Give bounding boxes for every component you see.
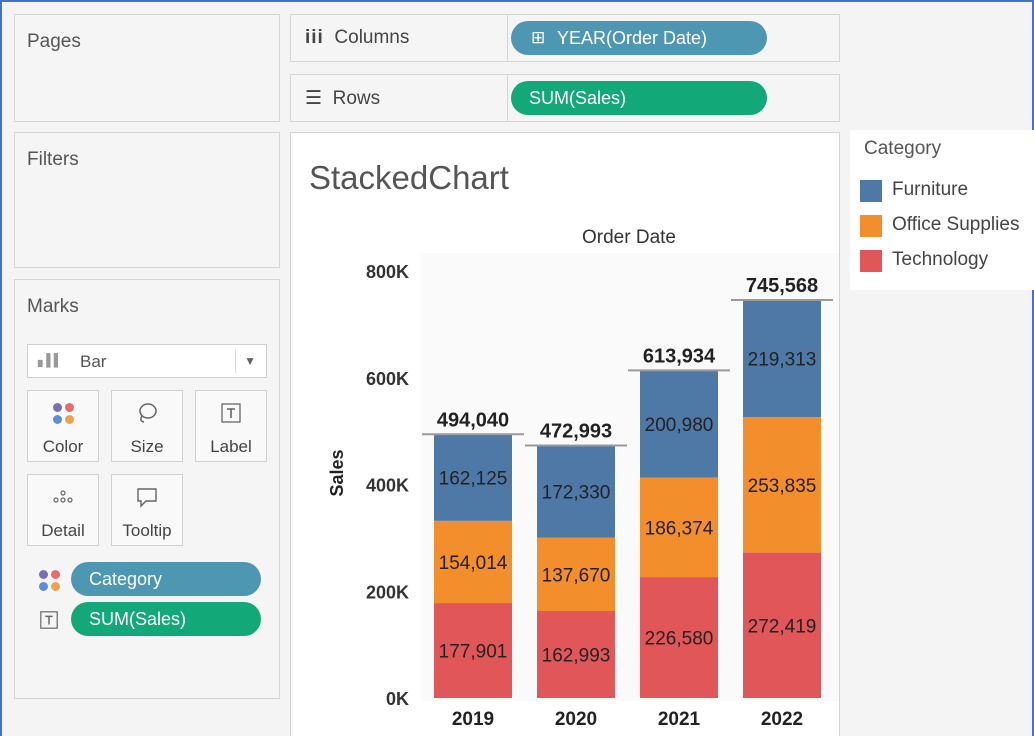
year-order-date-pill[interactable]: ⊞ YEAR(Order Date) <box>511 21 767 55</box>
color-button-label: Color <box>42 437 84 456</box>
segment-value-label: 186,374 <box>645 518 714 539</box>
x-tick-label: 2021 <box>658 709 701 730</box>
label-button[interactable]: Label <box>195 390 267 462</box>
segment-value-label: 253,835 <box>748 476 817 497</box>
color-dots-icon <box>28 401 98 425</box>
legend-title: Category <box>864 138 942 159</box>
dropdown-separator <box>235 349 236 373</box>
shelf-divider <box>507 75 508 121</box>
stacked-bar-chart: Order Date Sales 0K 200K 400K 600K 800K 177,901… <box>327 227 839 730</box>
total-value-label: 472,993 <box>540 421 612 443</box>
rows-icon: ☰ <box>305 88 323 109</box>
x-tick-label: 2019 <box>452 709 494 730</box>
chevron-down-icon: ▼ <box>244 354 256 368</box>
legend-swatch <box>860 250 882 272</box>
expand-plus-icon: ⊞ <box>531 28 546 47</box>
marks-card-title: Marks <box>27 296 79 317</box>
size-button[interactable]: Size <box>111 390 183 462</box>
x-tick-label: 2020 <box>555 709 597 730</box>
legend-swatch <box>860 215 882 237</box>
mark-type-dropdown[interactable]: ▖▌▌ Bar ▼ <box>27 344 267 378</box>
columns-shelf[interactable]: iii Columns ⊞ YEAR(Order Date) <box>290 14 840 62</box>
color-legend: Category Furniture Office Supplies Techn… <box>850 130 1034 290</box>
shelf-divider <box>507 15 508 61</box>
total-value-label: 613,934 <box>643 345 716 367</box>
legend-label: Furniture <box>892 179 969 200</box>
marks-card: Marks ▖▌▌ Bar ▼ Color Size Label Detail … <box>14 279 280 699</box>
segment-value-label: 137,670 <box>542 565 611 586</box>
tooltip-button[interactable]: Tooltip <box>111 474 183 546</box>
color-dots-icon <box>39 570 60 591</box>
size-lasso-icon <box>112 401 182 425</box>
segment-value-label: 200,980 <box>645 415 714 436</box>
y-axis-label: Sales <box>327 449 347 496</box>
segment-value-label: 226,580 <box>645 629 714 650</box>
tooltip-button-label: Tooltip <box>122 521 172 540</box>
total-value-label: 494,040 <box>437 409 509 431</box>
segment-value-label: 154,014 <box>439 553 508 574</box>
chart-title: Order Date <box>582 227 676 248</box>
y-tick-label: 800K <box>366 262 409 282</box>
sum-sales-pill[interactable]: SUM(Sales) <box>71 602 261 636</box>
sales-field-row[interactable]: SUM(Sales) <box>39 602 271 636</box>
bar-chart-icon: ▖▌▌ <box>38 353 62 367</box>
columns-shelf-label: iii Columns <box>305 27 409 49</box>
segment-value-label: 172,330 <box>542 483 611 504</box>
filters-card-title: Filters <box>27 149 79 170</box>
legend-label: Office Supplies <box>892 214 1020 235</box>
detail-button-label: Detail <box>41 521 85 540</box>
detail-button[interactable]: Detail <box>27 474 99 546</box>
y-tick-label: 400K <box>366 476 409 496</box>
rows-shelf[interactable]: ☰ Rows SUM(Sales) <box>290 74 840 122</box>
segment-value-label: 272,419 <box>748 616 817 637</box>
rows-shelf-label: ☰ Rows <box>305 87 380 110</box>
year-order-date-label: YEAR(Order Date) <box>557 28 708 48</box>
filters-card[interactable]: Filters <box>14 132 280 268</box>
rows-label-text: Rows <box>332 88 381 109</box>
category-field-row[interactable]: Category <box>39 562 271 596</box>
x-tick-label: 2022 <box>761 709 803 730</box>
y-tick-label: 600K <box>366 369 409 389</box>
label-text-icon <box>196 401 266 425</box>
legend-swatch <box>860 180 882 202</box>
tableau-workspace: Pages Filters Marks ▖▌▌ Bar ▼ Color Size <box>0 0 1034 736</box>
category-pill[interactable]: Category <box>71 562 261 596</box>
pages-card[interactable]: Pages <box>14 14 280 122</box>
columns-icon: iii <box>305 27 324 48</box>
segment-value-label: 162,125 <box>439 469 508 490</box>
sum-sales-rows-pill[interactable]: SUM(Sales) <box>511 81 767 115</box>
segment-value-label: 219,313 <box>748 350 817 371</box>
segment-value-label: 177,901 <box>439 642 508 663</box>
label-text-icon <box>39 610 59 635</box>
visualization-view: StackedChart Order Date Sales 0K 200K 400K 60… <box>290 132 840 736</box>
detail-dots-icon <box>28 485 98 509</box>
columns-label-text: Columns <box>334 27 410 48</box>
size-button-label: Size <box>130 437 164 456</box>
tooltip-bubble-icon <box>112 485 182 509</box>
legend-label: Technology <box>892 249 989 270</box>
label-button-label: Label <box>210 437 252 456</box>
mark-type-label: Bar <box>80 352 107 371</box>
pages-card-title: Pages <box>27 31 81 52</box>
y-tick-label: 200K <box>366 582 409 602</box>
segment-value-label: 162,993 <box>542 646 611 667</box>
color-button[interactable]: Color <box>27 390 99 462</box>
y-tick-label: 0K <box>386 689 409 709</box>
total-value-label: 745,568 <box>746 275 818 297</box>
